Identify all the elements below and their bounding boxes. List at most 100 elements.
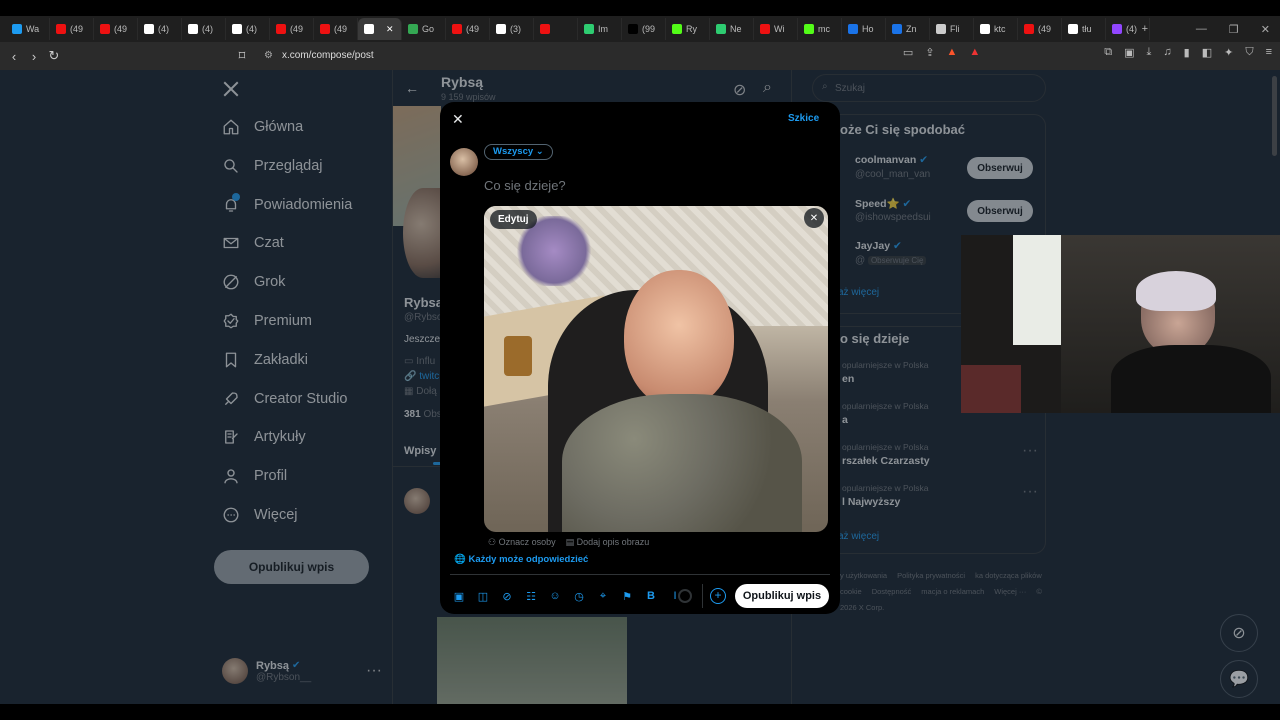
reload-icon[interactable]: ↻: [44, 46, 64, 66]
leo-icon[interactable]: ✦: [1224, 46, 1233, 59]
reply-setting-button[interactable]: 🌐 Każdy może odpowiedzieć: [454, 554, 588, 565]
browser-tab[interactable]: (49: [314, 18, 358, 40]
glass: [504, 336, 532, 376]
tab-favicon-icon: [276, 24, 286, 34]
compose-textarea[interactable]: Co się dzieje?: [484, 178, 566, 193]
tab-title: (49: [114, 24, 128, 34]
remove-media-button[interactable]: ✕: [804, 208, 824, 228]
bookmark-page-icon[interactable]: ⌑: [232, 46, 252, 66]
tab-title: (4): [158, 24, 169, 34]
tab-title: (49: [70, 24, 84, 34]
image-icon[interactable]: ▣: [452, 589, 466, 603]
screenshot-icon[interactable]: ▣: [1124, 46, 1134, 59]
minimize-icon[interactable]: —: [1196, 23, 1207, 35]
browser-tab[interactable]: Zn: [886, 18, 930, 40]
browser-tab[interactable]: Wi: [754, 18, 798, 40]
tab-title: Im: [598, 24, 608, 34]
close-tab-icon[interactable]: ✕: [386, 24, 394, 35]
alt-text-link[interactable]: ▤ Dodaj opis obrazu: [566, 537, 650, 548]
browser-tab[interactable]: Wa: [6, 18, 50, 40]
browser-tab[interactable]: (49: [94, 18, 138, 40]
tab-favicon-icon: [936, 24, 946, 34]
browser-tab[interactable]: (49: [270, 18, 314, 40]
audience-selector[interactable]: Wszyscy ⌄: [484, 144, 553, 160]
flag-icon[interactable]: ⚑: [620, 589, 634, 603]
browser-tab[interactable]: tłu: [1062, 18, 1106, 40]
edit-button[interactable]: Edytuj: [490, 210, 537, 229]
browser-tab[interactable]: (4): [226, 18, 270, 40]
new-tab-icon[interactable]: +: [1142, 23, 1148, 35]
shirt: [562, 394, 802, 532]
grok-icon[interactable]: ⊘: [500, 589, 514, 603]
add-post-button[interactable]: +: [710, 588, 726, 604]
share-icon[interactable]: ⇪: [925, 46, 934, 59]
tab-title: (49: [290, 24, 304, 34]
cam-person-hair: [1136, 271, 1216, 311]
tab-favicon-icon: [584, 24, 594, 34]
menu-icon[interactable]: ≡: [1266, 46, 1272, 59]
tab-favicon-icon: [980, 24, 990, 34]
tab-title: Go: [422, 24, 435, 34]
browser-tab[interactable]: mc: [798, 18, 842, 40]
restore-icon[interactable]: ❐: [1229, 23, 1239, 36]
forward-icon[interactable]: ›: [24, 46, 44, 66]
tab-title: Wa: [26, 24, 40, 34]
browser-tab[interactable]: (49: [50, 18, 94, 40]
browser-tab[interactable]: (3): [490, 18, 534, 40]
gif-icon[interactable]: ◫: [476, 589, 490, 603]
drafts-link[interactable]: Szkice: [788, 113, 819, 124]
browser-tab[interactable]: [534, 18, 578, 40]
tab-title: (49: [1038, 24, 1052, 34]
tab-title: (49: [334, 24, 348, 34]
browser-tab[interactable]: Fli: [930, 18, 974, 40]
sidebar-toggle-icon[interactable]: ▮: [1184, 46, 1190, 59]
location-icon[interactable]: ⌖: [596, 589, 610, 603]
tab-favicon-icon: [100, 24, 110, 34]
browser-tab[interactable]: ktc: [974, 18, 1018, 40]
close-icon[interactable]: ✕: [452, 111, 464, 128]
publish-post-button[interactable]: Opublikuj wpis: [735, 584, 829, 608]
browser-tab[interactable]: (49: [446, 18, 490, 40]
vpn-icon[interactable]: ⛉: [1245, 46, 1253, 59]
tab-favicon-icon: [628, 24, 638, 34]
emoji-icon[interactable]: ☺: [548, 589, 562, 603]
brave-icon[interactable]: ▲: [946, 46, 957, 59]
wallet-icon[interactable]: ◧: [1202, 46, 1212, 59]
tab-favicon-icon: [408, 24, 418, 34]
browser-tab[interactable]: Ne: [710, 18, 754, 40]
address-bar[interactable]: ⚙ x.com/compose/post: [258, 46, 978, 66]
bold-icon[interactable]: B: [644, 589, 658, 603]
tab-favicon-icon: [1024, 24, 1034, 34]
tab-title: tłu: [1082, 24, 1092, 34]
tag-people-link[interactable]: ⚇ Oznacz osoby: [488, 537, 556, 548]
site-info-icon[interactable]: ⚙: [264, 46, 273, 66]
browser-tab[interactable]: Ho: [842, 18, 886, 40]
close-window-icon[interactable]: ✕: [1261, 23, 1270, 36]
tab-title: Ho: [862, 24, 874, 34]
tab-title: Zn: [906, 24, 917, 34]
browser-tab[interactable]: ✕: [358, 18, 402, 40]
compose-modal: ✕ Szkice Wszyscy ⌄ Co się dzieje? Edytuj…: [440, 102, 840, 614]
url-text: x.com/compose/post: [282, 50, 374, 61]
browser-tab[interactable]: (99: [622, 18, 666, 40]
poll-icon[interactable]: ☷: [524, 589, 538, 603]
back-icon[interactable]: ‹: [4, 46, 24, 66]
person-icon: ⚇: [488, 537, 497, 547]
extension-icon[interactable]: ⧉: [1104, 46, 1112, 59]
browser-tab[interactable]: Ry: [666, 18, 710, 40]
rewards-icon[interactable]: ▲: [969, 46, 980, 59]
divider: [450, 574, 830, 575]
cast-icon[interactable]: ▭: [903, 46, 913, 59]
tab-favicon-icon: [232, 24, 242, 34]
music-icon[interactable]: ♫: [1163, 46, 1171, 59]
browser-tab[interactable]: (4): [182, 18, 226, 40]
download-icon[interactable]: ⤓: [1147, 46, 1152, 59]
tab-title: Wi: [774, 24, 785, 34]
tab-favicon-icon: [320, 24, 330, 34]
schedule-icon[interactable]: ◷: [572, 589, 586, 603]
tab-title: mc: [818, 24, 830, 34]
browser-tab[interactable]: Im: [578, 18, 622, 40]
browser-tab[interactable]: (49: [1018, 18, 1062, 40]
browser-tab[interactable]: (4): [138, 18, 182, 40]
browser-tab[interactable]: Go: [402, 18, 446, 40]
